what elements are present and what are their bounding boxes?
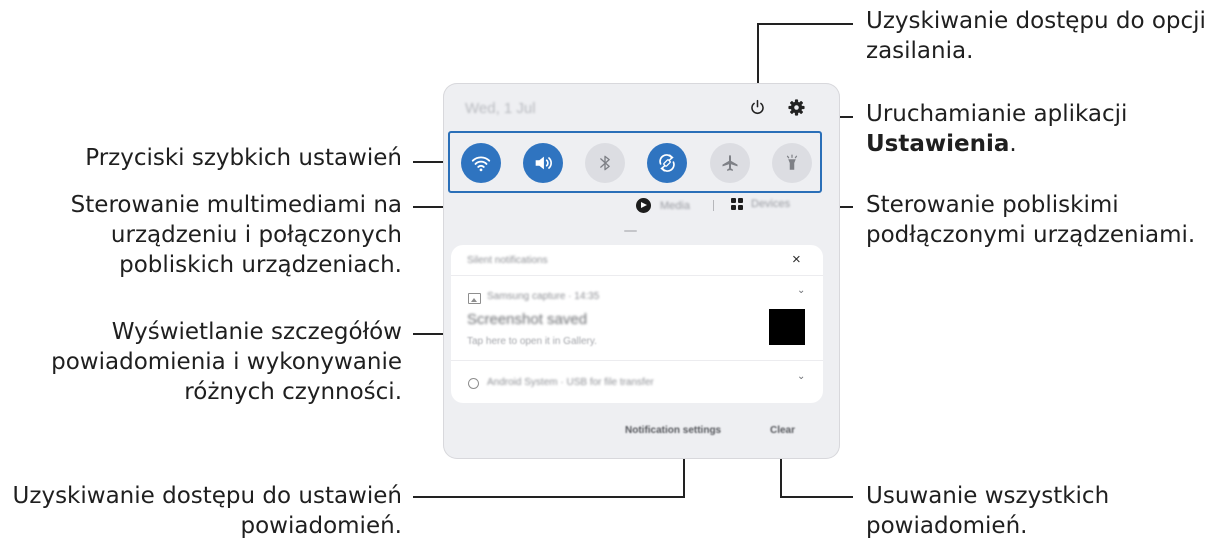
media-label: Media (660, 199, 690, 212)
clear-button[interactable]: Clear (770, 425, 795, 436)
callout-quick-settings: Przyciski szybkich ustawień (85, 145, 402, 171)
power-icon[interactable] (749, 99, 766, 116)
callout-details: Wyświetlanie szczegółów powiadomienia i … (51, 319, 402, 405)
chevron-down-icon[interactable]: ⌄ (797, 285, 805, 296)
notification-app-line: Samsung capture · 14:35 (487, 291, 600, 302)
callout-media: Sterowanie multimediami na urządzeniu i … (70, 192, 402, 278)
gear-icon[interactable] (787, 98, 806, 117)
devices-label: Devices (751, 198, 791, 210)
screenshot-thumbnail (769, 309, 805, 345)
flashlight-toggle[interactable] (772, 143, 812, 183)
auto-rotate-icon (659, 154, 675, 172)
sound-icon (535, 156, 552, 170)
callout-clear: Usuwanie wszystkich powiadomień. (866, 483, 1110, 539)
leader-quick-settings (413, 161, 443, 163)
date-label: Wed, 1 Jul (465, 100, 536, 117)
system-notification-line: Android System · USB for file transfer (487, 377, 654, 388)
callout-settings: Uruchamianie aplikacji Ustawienia. (866, 101, 1128, 157)
chevron-down-icon[interactable]: ⌄ (797, 371, 805, 382)
close-icon[interactable]: × (792, 251, 801, 268)
leader-power-v (757, 23, 759, 88)
leader-clear-h (780, 496, 853, 498)
media-devices-divider (713, 200, 714, 211)
sound-toggle[interactable] (523, 143, 563, 183)
leader-notif-settings-h (413, 496, 685, 498)
flashlight-icon (786, 154, 798, 170)
devices-icon (731, 198, 743, 210)
callout-power: Uzyskiwanie dostępu do opcji zasilania. (866, 8, 1206, 64)
quick-settings-highlight (448, 131, 822, 193)
media-button[interactable]: Media (636, 198, 690, 213)
callout-notification-settings: Uzyskiwanie dostępu do ustawień powiadom… (12, 483, 402, 539)
wifi-toggle[interactable] (461, 143, 501, 183)
notification-settings-button[interactable]: Notification settings (625, 425, 721, 436)
notification-card: Silent notifications × Samsung capture ·… (451, 245, 823, 403)
notification-title: Screenshot saved (467, 311, 588, 328)
bluetooth-toggle[interactable] (585, 143, 625, 183)
media-devices-bar: Media Devices (443, 197, 840, 217)
wifi-icon (471, 156, 491, 172)
leader-power-h (757, 23, 853, 25)
android-system-icon (468, 378, 479, 389)
callout-nearby-devices: Sterowanie pobliskimi podłączonymi urząd… (866, 192, 1196, 248)
notification-subtitle: Tap here to open it in Gallery. (467, 336, 597, 347)
airplane-icon (722, 155, 738, 171)
notification-panel: Wed, 1 Jul Media Devices Silent notifica… (443, 83, 840, 459)
play-icon (636, 198, 651, 213)
divider (451, 275, 823, 276)
devices-button[interactable]: Devices (731, 198, 790, 210)
silent-notifications-header: Silent notifications (467, 255, 548, 266)
bluetooth-icon (600, 155, 610, 171)
divider (451, 360, 823, 361)
auto-rotate-toggle[interactable] (647, 143, 687, 183)
airplane-toggle[interactable] (710, 143, 750, 183)
image-icon (468, 293, 481, 304)
panel-drag-handle[interactable] (624, 230, 637, 232)
